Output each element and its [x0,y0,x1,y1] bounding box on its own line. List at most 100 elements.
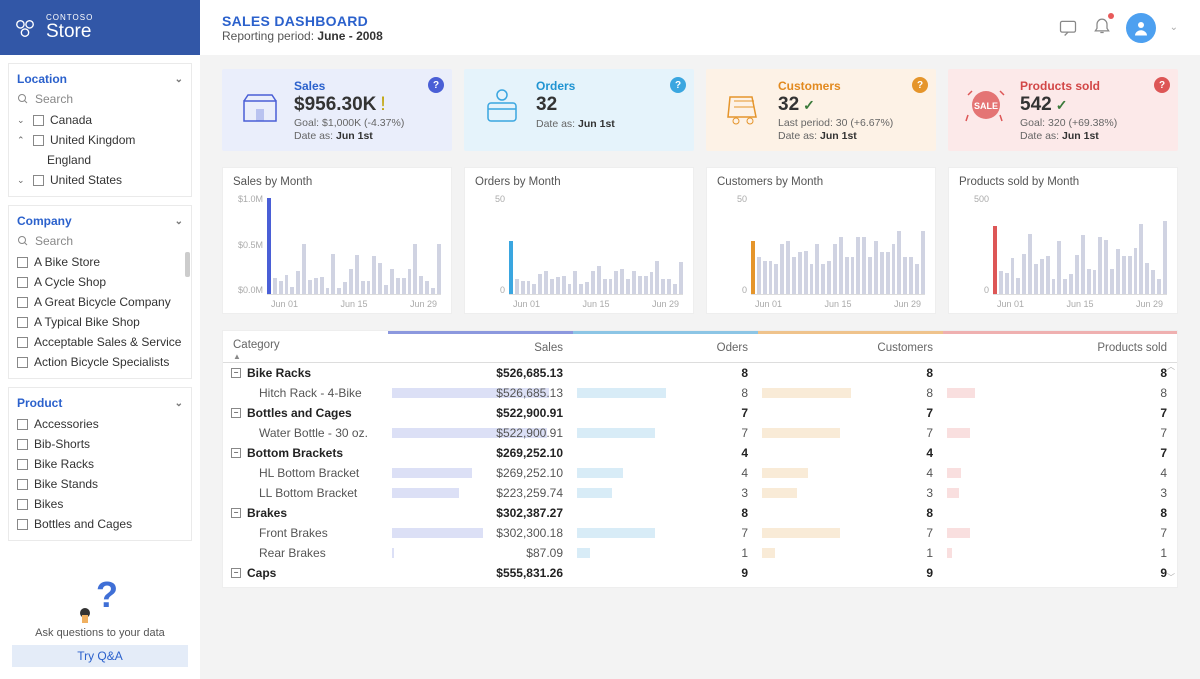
chart-bar[interactable] [544,271,548,294]
chart-bar[interactable] [774,264,778,294]
card-orders[interactable]: Orders 32 Date as: Jun 1st ? [464,69,694,151]
chart-bar[interactable] [326,288,330,294]
table-row[interactable]: Rear Brakes $87.09 1 1 1 [223,543,1177,563]
chat-icon[interactable] [1058,18,1078,38]
chart-bar[interactable] [343,282,347,294]
chart-bar[interactable] [279,281,283,294]
col-customers[interactable]: Customers [758,331,943,362]
chart-bar[interactable] [655,261,659,294]
chart-bar[interactable] [880,252,884,294]
checkbox[interactable] [17,419,28,430]
chart-bar[interactable] [757,257,761,294]
chart-bar[interactable] [909,257,913,294]
chart-bar[interactable] [626,279,630,294]
company-item[interactable]: Acceptable Sales & Service [9,332,191,352]
chart-bar[interactable] [556,277,560,294]
chart-bar[interactable] [591,271,595,294]
collapse-icon[interactable]: − [231,448,241,458]
col-sales[interactable]: Sales [388,331,573,362]
checkbox[interactable] [17,277,28,288]
chart-bar[interactable] [1040,259,1044,294]
checkbox[interactable] [33,115,44,126]
chart-bar[interactable] [402,278,406,294]
chart-bar[interactable] [384,285,388,294]
chart-bar[interactable] [1028,234,1032,294]
info-badge-icon[interactable]: ? [428,77,444,93]
chart-plot[interactable] [267,194,441,295]
chart-bar[interactable] [1011,258,1015,294]
chart-bar[interactable] [396,278,400,294]
product-item[interactable]: Bib-Shorts [9,434,191,454]
chart-bar[interactable] [667,279,671,294]
collapse-icon[interactable]: − [231,408,241,418]
chart-bar[interactable] [839,237,843,294]
checkbox[interactable] [17,479,28,490]
card-customers[interactable]: Customers 32✓ Last period: 30 (+6.67%) D… [706,69,936,151]
chart-bar[interactable] [573,271,577,294]
chart-bar[interactable] [856,237,860,294]
checkbox[interactable] [17,337,28,348]
table-group-row[interactable]: −Bottom Brackets $269,252.10 4 4 7 [223,443,1177,463]
chart-bar[interactable] [1151,270,1155,294]
filter-product-header[interactable]: Product ⌄ [9,394,191,414]
table-group-row[interactable]: −Brakes $302,387.27 8 8 8 [223,503,1177,523]
chart-bar[interactable] [827,261,831,294]
chart-bar[interactable] [868,257,872,294]
chart-bar[interactable] [568,284,572,294]
chart-bar[interactable] [1128,256,1132,294]
chart-bar[interactable] [1069,274,1073,294]
chart-bar[interactable] [1081,235,1085,294]
chart-bar[interactable] [285,275,289,294]
info-badge-icon[interactable]: ? [912,77,928,93]
chart-bar[interactable] [437,244,441,294]
card-sales[interactable]: Sales $956.30K! Goal: $1,000K (-4.37%) D… [222,69,452,151]
chart-bar[interactable] [751,241,755,294]
chart-bar[interactable] [815,244,819,294]
chart-bar[interactable] [862,237,866,294]
card-products[interactable]: SALE Products sold 542✓ Goal: 320 (+69.3… [948,69,1178,151]
checkbox[interactable] [17,357,28,368]
table-group-row[interactable]: −Bottles and Cages $522,900.91 7 7 7 [223,403,1177,423]
table-scrollbar[interactable]: ︿﹀ [1167,361,1175,583]
chart-bar[interactable] [1016,278,1020,294]
chart-bar[interactable] [1110,269,1114,294]
chart-bar[interactable] [1046,256,1050,294]
chart-bar[interactable] [769,261,773,294]
product-item[interactable]: Accessories [9,414,191,434]
product-item[interactable]: Bottles and Cages [9,514,191,534]
chart-bar[interactable] [562,276,566,294]
chart-bar[interactable] [337,288,341,294]
chart-bar[interactable] [999,271,1003,294]
chart-bar[interactable] [302,244,306,294]
chart-bar[interactable] [603,279,607,294]
chart-bar[interactable] [1057,241,1061,294]
location-search[interactable]: Search [9,90,191,110]
chart-bar[interactable] [367,281,371,294]
chart-bar[interactable] [1139,224,1143,294]
col-category[interactable]: Category [223,331,388,362]
chart-bar[interactable] [521,281,525,294]
chart-bar[interactable] [296,271,300,294]
chart-bar[interactable] [378,263,382,294]
location-item[interactable]: England [9,150,191,170]
chart-bar[interactable] [763,261,767,294]
scrollbar-thumb[interactable] [185,252,190,277]
product-item[interactable]: Bike Stands [9,474,191,494]
checkbox[interactable] [17,499,28,510]
chart-bar[interactable] [638,276,642,294]
checkbox[interactable] [33,135,44,146]
chart-bar[interactable] [425,281,429,294]
chart-bar[interactable] [644,276,648,294]
logo[interactable]: CONTOSO Store [0,0,200,55]
chart-bar[interactable] [650,272,654,294]
chart-bar[interactable] [804,251,808,294]
checkbox[interactable] [17,297,28,308]
chart-bar[interactable] [632,271,636,294]
checkbox[interactable] [17,519,28,530]
chart-bar[interactable] [349,269,353,294]
company-item[interactable]: A Bike Store [9,252,191,272]
chart-bar[interactable] [786,241,790,294]
collapse-icon[interactable]: − [231,368,241,378]
checkbox[interactable] [17,459,28,470]
chart-bar[interactable] [1145,263,1149,294]
